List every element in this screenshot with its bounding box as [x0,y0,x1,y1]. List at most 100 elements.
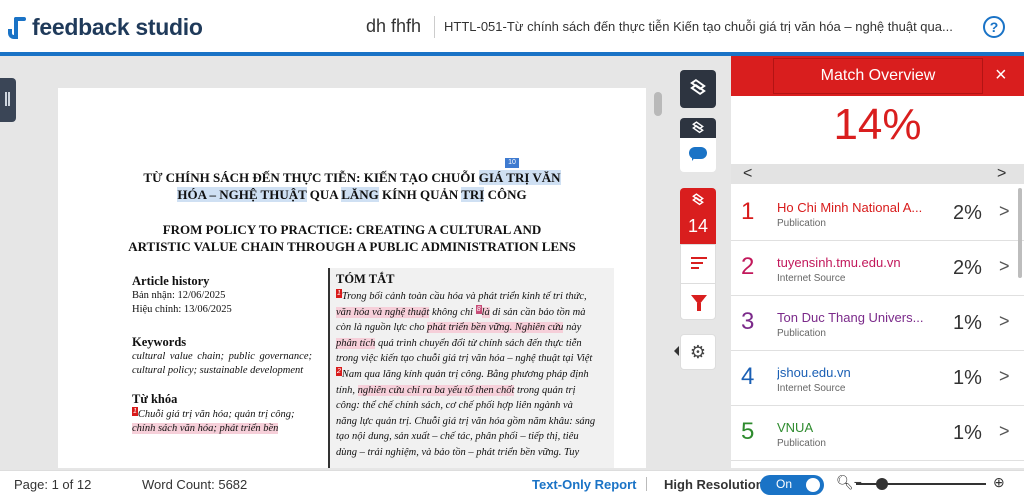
match-number: 1 [741,198,755,225]
chevron-right-icon[interactable]: > [999,311,1010,332]
panel-scrollbar[interactable] [1018,188,1022,278]
abstract-line: năng lực quản trị. Chuỗi giá trị văn hóa… [336,415,596,427]
title-vi-line-2: HÓA – NGHỆ THUẬT QUA LĂNG KÍNH QUẢN TRỊ … [58,187,646,203]
match-marker-8[interactable]: 8 [475,304,482,314]
text-only-report-link[interactable]: Text-Only Report [532,477,637,492]
match-highlight[interactable]: văn hóa và nghệ thuật [336,306,430,318]
layers-icon [692,121,704,134]
match-source: Ton Duc Thang Univers... [777,310,924,325]
abstract-span: này [563,322,582,334]
match-row[interactable]: 3 Ton Duc Thang Univers... Publication 1… [731,296,1024,351]
match-type: Publication [777,438,826,449]
tukhoa-heading: Từ khóa [132,392,178,406]
abstract-span: tính, [336,384,358,396]
feedback-layer-tab[interactable] [680,118,716,138]
abstract-span: trong quản trị [514,384,576,396]
title-text: QUA [306,187,342,202]
layers-icon [690,78,706,96]
match-highlight[interactable]: là [481,306,490,318]
title-vi-line-1: TỪ CHÍNH SÁCH ĐẾN THỰC TIỄN: KIẾN TẠO CH… [58,170,646,186]
document-scrollbar[interactable] [654,92,662,116]
document-page[interactable]: 10 TỪ CHÍNH SÁCH ĐẾN THỰC TIỄN: KIẾN TẠO… [58,88,646,468]
zoom-slider[interactable] [856,478,986,490]
match-highlight[interactable]: nghiên cứu chỉ ra ba yếu tố then chốt [357,384,515,396]
match-number: 3 [741,308,755,335]
revised-date: Hiệu chỉnh: 13/06/2025 [132,304,232,315]
footer-divider [646,477,647,491]
match-highlight[interactable]: GIÁ TRỊ VĂN [478,170,561,185]
abstract-line: tạo nội dung, sản xuất – chế tác, phân p… [336,431,579,443]
zoom-slider-handle[interactable] [876,478,888,490]
match-row[interactable]: 4 jshou.edu.vn Internet Source 1% > [731,351,1024,406]
chevron-left-icon[interactable]: < [743,164,752,184]
comments-button[interactable] [680,138,716,172]
similarity-tools [680,244,716,320]
match-type: Publication [777,328,826,339]
abstract-line: 2Nam qua lăng kính quản trị công. Bằng p… [336,366,608,383]
title-text: TỪ CHÍNH SÁCH ĐẾN THỰC TIỄN: KIẾN TẠO CH… [143,170,479,185]
abstract-span: quá trình chuyển đổi từ chính sách đến t… [375,337,582,349]
match-marker-10[interactable]: 10 [505,158,519,168]
abstract-line: 1Trong bối cảnh toàn cầu hóa và phát tri… [336,289,608,305]
match-source: tuyensinh.tmu.edu.vn [777,255,901,270]
logo[interactable]: feedback studio [8,14,203,41]
match-highlight[interactable]: chính sách văn hóa; phát triển bền [132,423,279,434]
match-percent: 2% [953,202,982,224]
chevron-right-icon[interactable]: > [999,421,1010,442]
submission-owner: dh fhfh [366,16,422,36]
document-title: HTTL-051-Từ chính sách đến thực tiễn Kiế… [444,19,953,34]
tukhoa-text: Chuỗi giá trị văn hóa; quản trị công; [137,409,295,420]
match-overview-panel: Match Overview × 14% < > 1 Ho Chi Minh N… [731,56,1024,468]
panel-header: Match Overview × [731,56,1024,96]
match-row[interactable]: 5 VNUA Publication 1% > [731,406,1024,461]
gear-icon: ⚙ [689,342,707,362]
toggle-label: On [776,477,793,491]
title-en-line-1: FROM POLICY TO PRACTICE: CREATING A CULT… [162,222,542,237]
match-highlight[interactable]: TRỊ [461,187,485,202]
panel-title[interactable]: Match Overview [773,58,983,94]
match-percent: 1% [953,312,982,334]
help-icon[interactable]: ? [983,16,1005,38]
title-text: KÍNH QUẢN [378,187,462,202]
keywords-text: cultural value chain; public governance;… [132,351,312,376]
abstract-line: trong việc kiến tạo chuỗi giá trị văn hó… [336,353,593,365]
match-row[interactable]: 1 Ho Chi Minh National A... Publication … [731,186,1024,241]
match-highlight[interactable]: HÓA – NGHỆ THUẬT [177,187,307,202]
match-highlight[interactable]: LĂNG [341,187,379,202]
match-highlight[interactable]: phát triển bền vững. Nghiên cứu [427,322,564,334]
match-source: Ho Chi Minh National A... [777,200,923,215]
status-bar: Page: 1 of 12 Word Count: 5682 Text-Only… [0,470,1024,496]
overall-similarity: 14% [833,100,922,149]
chevron-right-icon[interactable]: > [999,366,1010,387]
logo-text: feedback studio [32,14,203,40]
received-date: Bản nhận: 12/06/2025 [132,290,226,301]
match-type: Publication [777,218,826,229]
match-row[interactable]: 2 tuyensinh.tmu.edu.vn Internet Source 2… [731,241,1024,296]
match-type: Internet Source [777,383,846,394]
title-en-line-2: ARTISTIC VALUE CHAIN THROUGH A PUBLIC AD… [128,239,576,254]
close-icon[interactable]: × [995,64,1007,87]
match-type: Internet Source [777,273,846,284]
high-resolution-toggle[interactable]: On [760,475,824,495]
chevron-right-icon[interactable]: > [999,201,1010,222]
abstract-line: tính, nghiên cứu chỉ ra ba yếu tố then c… [336,383,608,399]
chevron-right-icon[interactable]: > [997,164,1006,184]
filter-icon[interactable] [691,295,707,311]
match-highlight[interactable]: phân tích [336,337,376,349]
settings-button[interactable]: ⚙ [680,334,716,370]
chevron-right-icon[interactable]: > [999,256,1010,277]
word-count: Word Count: 5682 [142,477,248,492]
abstract-span: còn là nguồn lực cho [336,322,428,334]
side-panel-handle[interactable] [0,78,16,122]
similarity-layer-button[interactable]: 14 [680,188,716,244]
match-number: 5 [741,418,755,445]
abstract-span: Trong bối cảnh toàn cầu hóa và phát triể… [341,291,587,302]
match-source: jshou.edu.vn [777,365,851,380]
abstract-line: công: thể chế chính sách, cơ chế phối hợ… [336,400,573,412]
layers-button[interactable] [680,70,716,108]
abstract-line: còn là nguồn lực cho phát triển bền vững… [336,320,608,336]
zoom-in-icon[interactable]: ⊕ [993,474,1005,491]
sort-icon[interactable] [691,255,707,271]
keywords-heading: Keywords [132,335,187,349]
caret-left-icon [674,346,679,356]
